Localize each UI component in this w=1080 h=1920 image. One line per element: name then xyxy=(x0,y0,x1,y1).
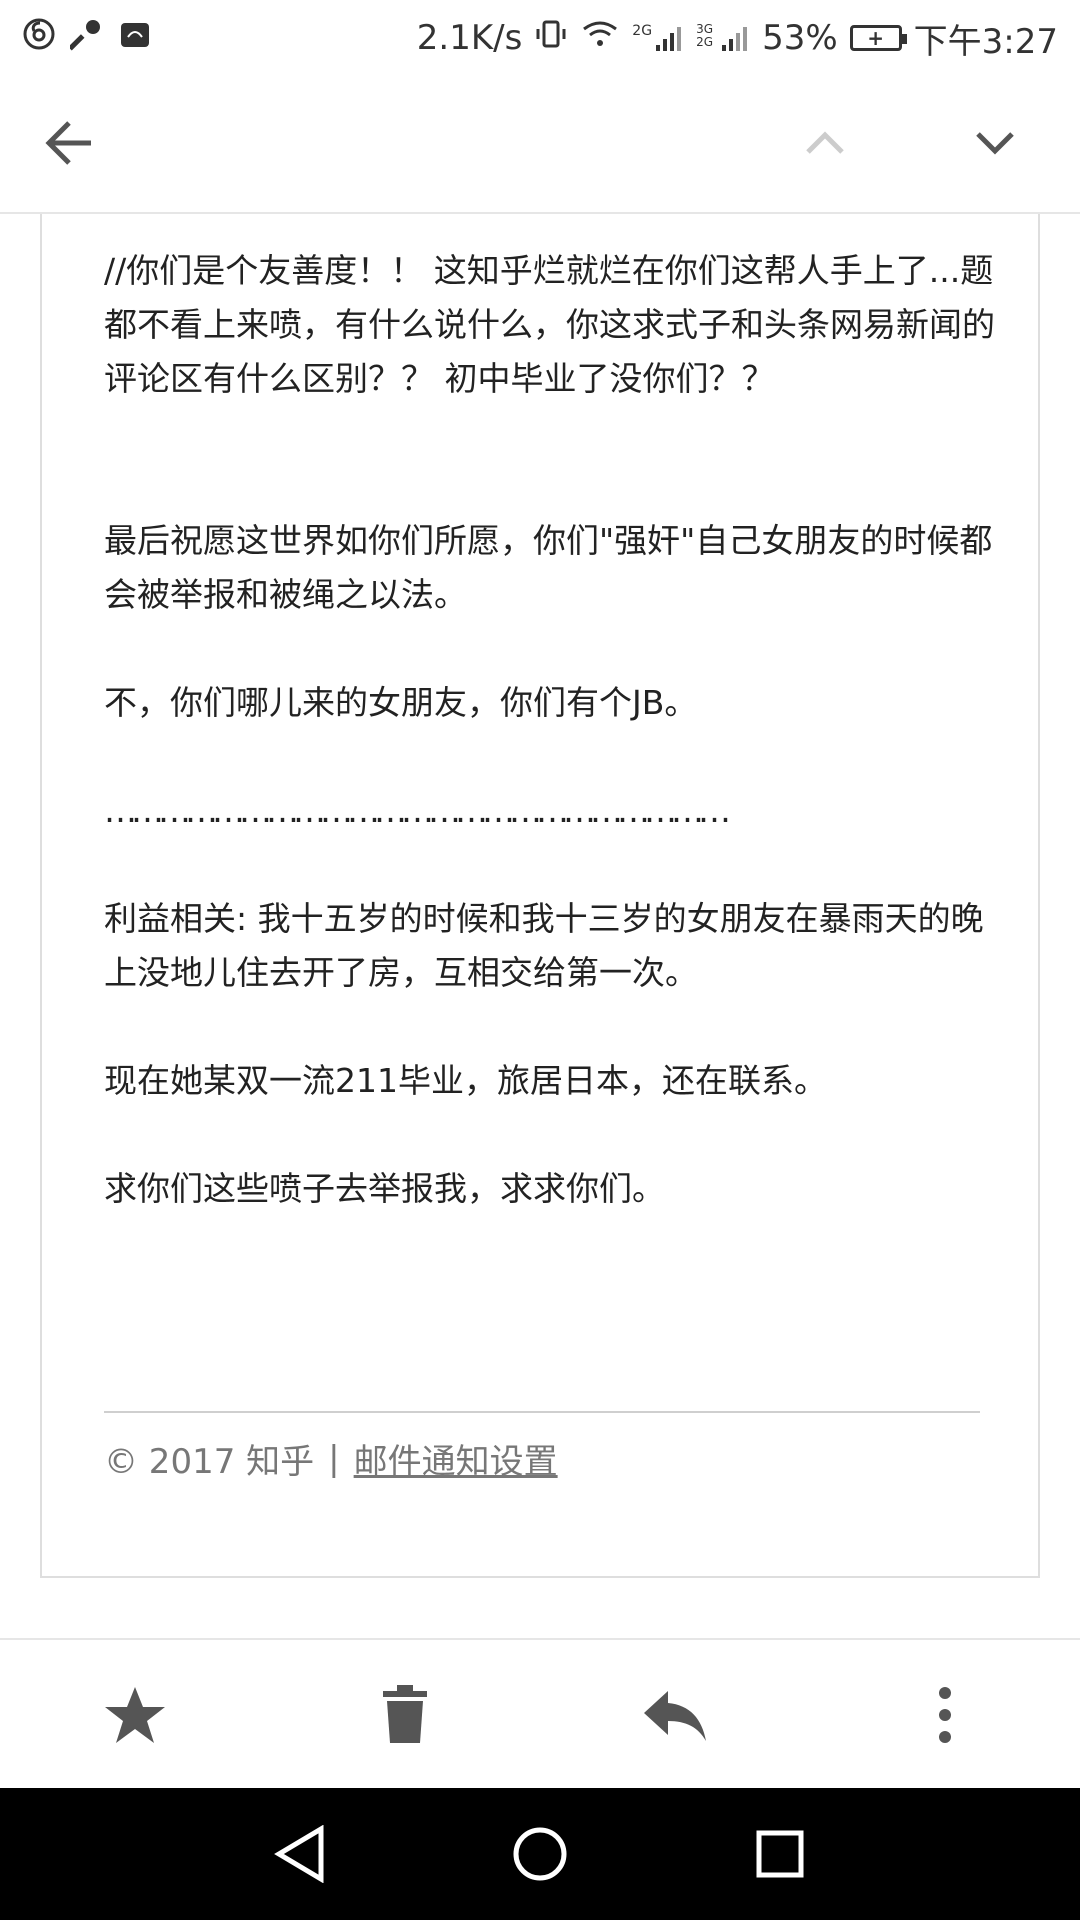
netease-music-icon xyxy=(22,17,56,60)
chevron-down-icon xyxy=(976,132,1014,155)
status-right: 2.1K/s 2G 3G 2G 53% + 下午3:27 xyxy=(417,14,1058,63)
clock: 下午3:27 xyxy=(913,21,1058,62)
battery-percent: 53% xyxy=(762,18,838,58)
signal-2g-icon: 2G xyxy=(632,23,684,53)
email-paragraph: …………………………………………………………… xyxy=(104,791,731,830)
email-paragraph: 现在她某双一流211毕业，旅居日本，还在联系。 xyxy=(104,1061,827,1100)
nav-back-button[interactable] xyxy=(260,1814,340,1894)
footer-divider xyxy=(104,1411,980,1413)
next-message-button[interactable] xyxy=(950,98,1040,188)
bottom-action-bar xyxy=(0,1638,1080,1788)
triangle-back-icon xyxy=(274,1825,324,1883)
previous-message-button[interactable] xyxy=(780,98,870,188)
email-paragraph: //你们是个友善度！！ 这知乎烂就烂在你们这帮人手上了...题都不看上来喷，有什… xyxy=(104,251,995,398)
more-vertical-icon xyxy=(939,1687,951,1743)
copyright-text: © 2017 知乎 xyxy=(104,1442,315,1482)
nav-recents-button[interactable] xyxy=(740,1814,820,1894)
back-button[interactable] xyxy=(24,98,114,188)
delete-button[interactable] xyxy=(360,1670,450,1760)
square-recents-icon xyxy=(756,1830,804,1878)
status-left-icons xyxy=(22,17,152,60)
nav-home-button[interactable] xyxy=(500,1814,580,1894)
system-nav-bar xyxy=(0,1788,1080,1920)
circle-home-icon xyxy=(513,1827,567,1881)
star-button[interactable] xyxy=(90,1670,180,1760)
wifi-icon xyxy=(580,17,620,60)
footer-separator: | xyxy=(328,1438,340,1479)
chevron-up-icon xyxy=(806,131,844,154)
email-footer: © 2017 知乎 | 邮件通知设置 xyxy=(104,1434,558,1483)
email-paragraph: 最后祝愿这世界如你们所愿，你们"强奸"自己女朋友的时候都会被举报和被绳之以法。 xyxy=(104,521,993,614)
star-icon xyxy=(105,1687,165,1743)
email-paragraph: 求你们这些喷子去举报我，求求你们。 xyxy=(104,1169,665,1208)
email-paragraph: 利益相关: 我十五岁的时候和我十三岁的女朋友在暴雨天的晚上没地儿住去开了房，互相… xyxy=(104,899,984,992)
notification-settings-link[interactable]: 邮件通知设置 xyxy=(354,1434,558,1483)
reply-button[interactable] xyxy=(630,1670,720,1760)
arrow-left-icon xyxy=(45,121,91,165)
email-content: //你们是个友善度！！ 这知乎烂就烂在你们这帮人手上了...题都不看上来喷，有什… xyxy=(104,244,1004,1216)
status-bar: 2.1K/s 2G 3G 2G 53% + 下午3:27 xyxy=(0,0,1080,76)
key-icon xyxy=(68,17,104,60)
email-body-card: //你们是个友善度！！ 这知乎烂就烂在你们这帮人手上了...题都不看上来喷，有什… xyxy=(40,214,1040,1578)
network-speed: 2.1K/s xyxy=(416,18,523,58)
reply-icon xyxy=(644,1691,706,1741)
email-paragraph: 不，你们哪儿来的女朋友，你们有个JB。 xyxy=(104,683,698,722)
more-options-button[interactable] xyxy=(900,1670,990,1760)
signal-3g-icon: 3G 2G xyxy=(696,23,750,53)
trash-icon xyxy=(383,1685,427,1743)
battery-icon: + xyxy=(849,25,907,51)
app-bar xyxy=(0,76,1080,214)
huawei-icon xyxy=(118,17,152,60)
vibrate-icon xyxy=(534,17,568,60)
